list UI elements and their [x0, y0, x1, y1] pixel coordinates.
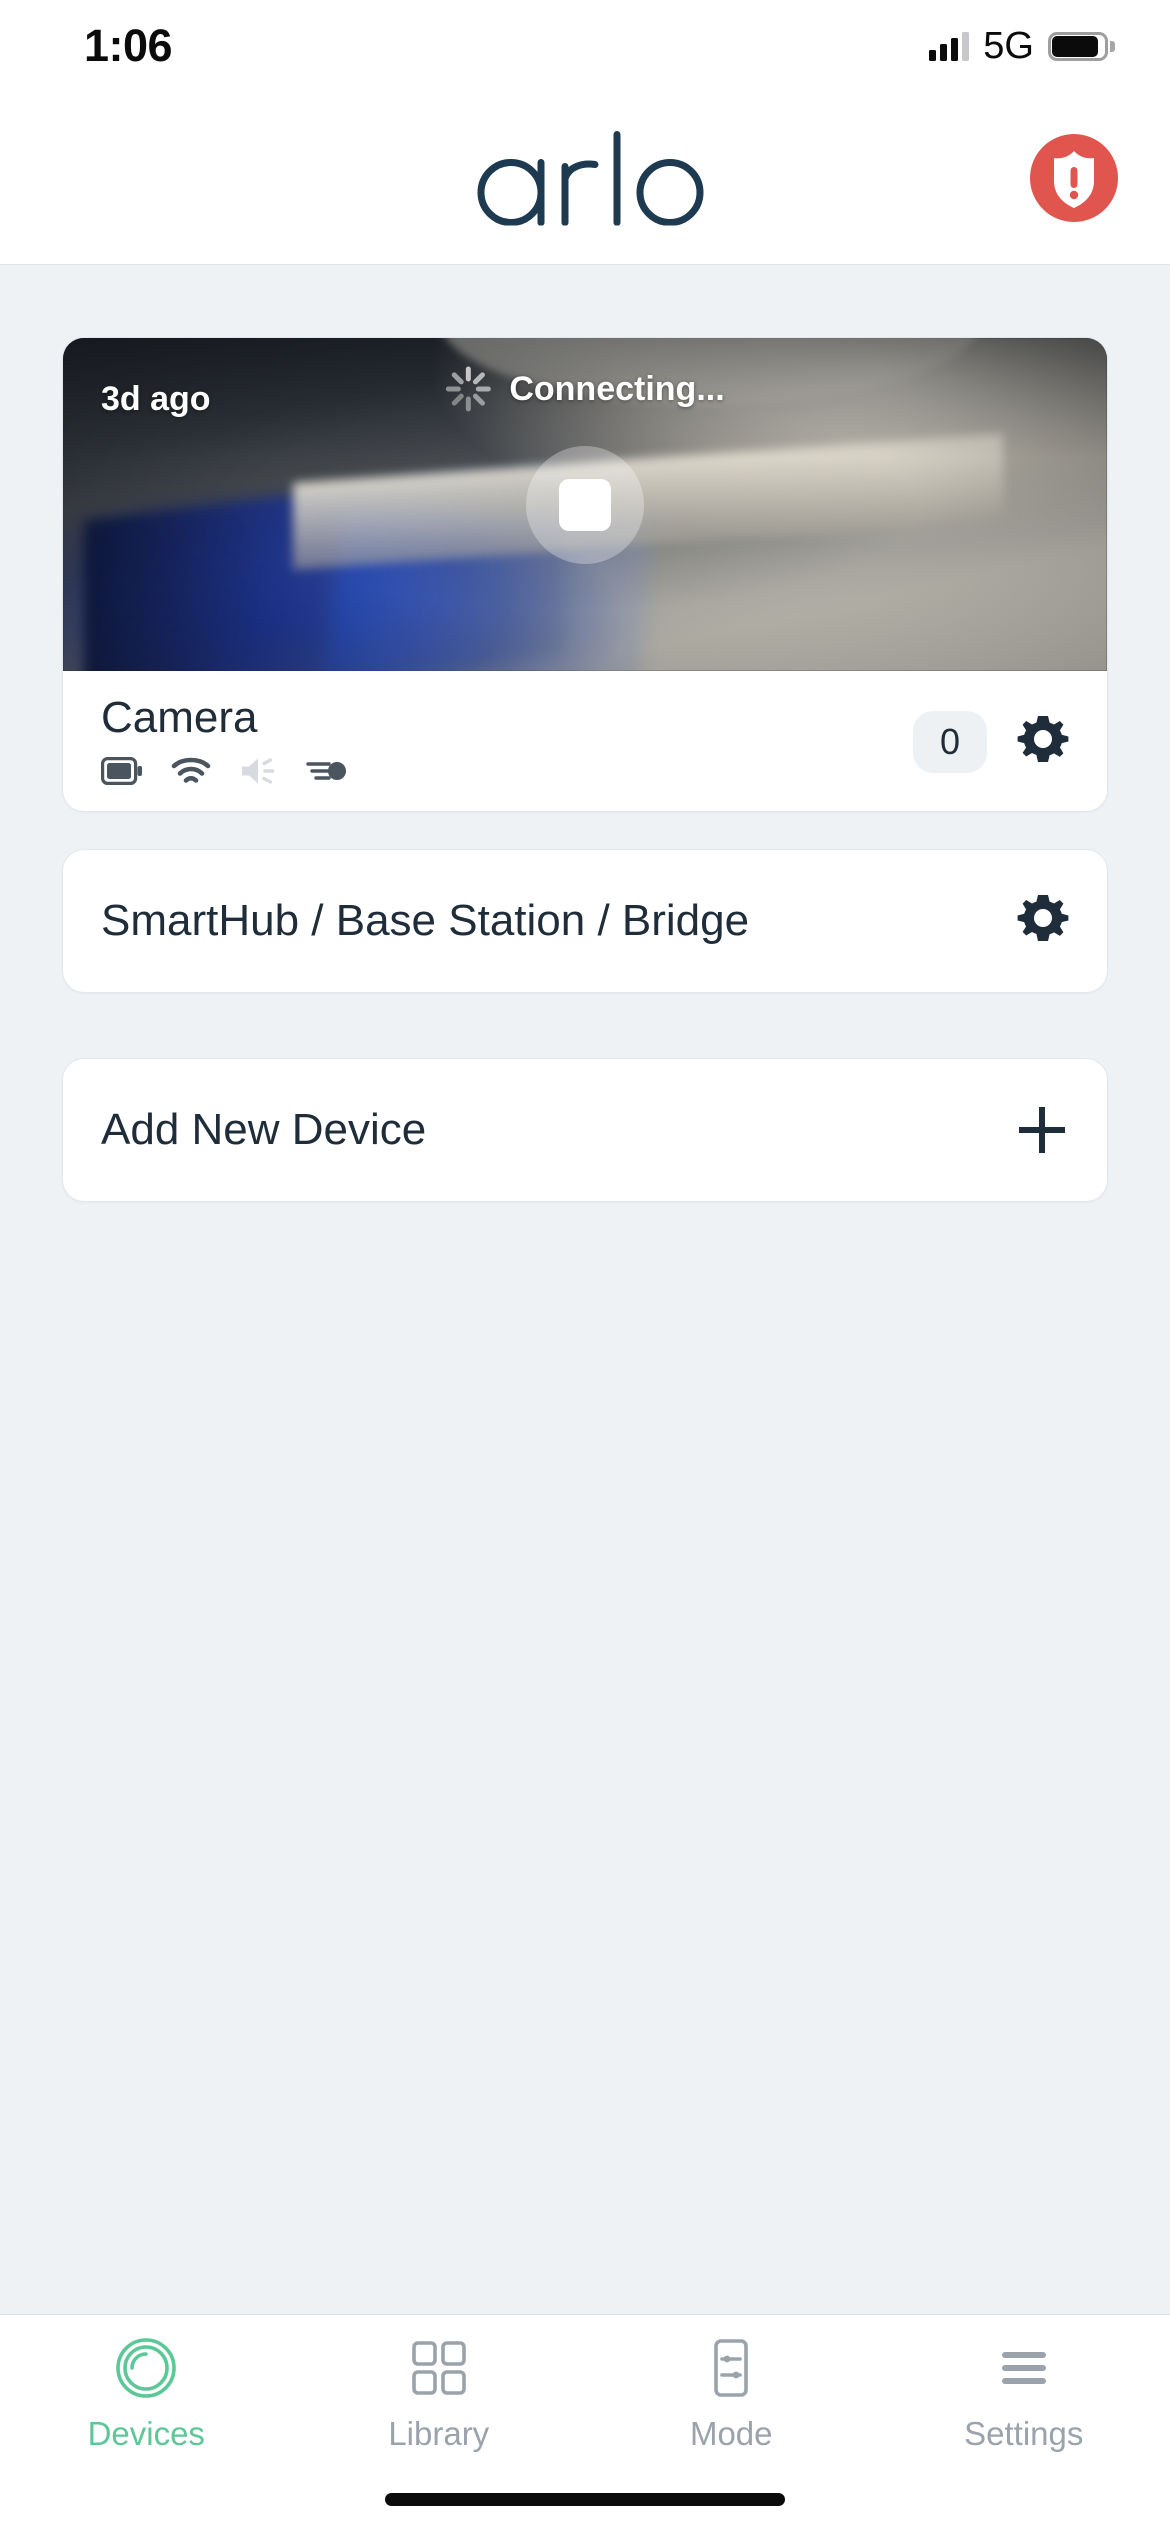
tab-devices-label: Devices	[88, 2415, 205, 2453]
loading-spinner-icon	[445, 366, 491, 412]
spotlight-icon	[305, 757, 347, 785]
bottom-tab-bar: Devices Library	[0, 2314, 1170, 2532]
notification-count-badge[interactable]: 0	[913, 711, 987, 773]
camera-name: Camera	[101, 696, 347, 740]
hamburger-lines-icon	[993, 2337, 1055, 2399]
home-indicator	[385, 2493, 785, 2506]
camera-info-row: Camera	[63, 671, 1107, 812]
grid-squares-icon	[408, 2337, 470, 2399]
add-new-device-row[interactable]: Add New Device	[62, 1058, 1108, 1202]
status-bar-time: 1:06	[84, 20, 172, 72]
tab-mode-label: Mode	[690, 2415, 773, 2453]
cellular-bars-icon	[929, 31, 969, 61]
camera-timestamp: 3d ago	[101, 380, 211, 419]
shield-alert-icon[interactable]	[1030, 134, 1118, 222]
add-new-device-label: Add New Device	[101, 1105, 426, 1155]
tab-library-label: Library	[388, 2415, 489, 2453]
tab-library[interactable]: Library	[293, 2337, 586, 2453]
smarthub-row[interactable]: SmartHub / Base Station / Bridge	[62, 849, 1108, 993]
status-bar: 1:06 5G	[0, 0, 1170, 92]
camera-status-icons	[101, 754, 347, 788]
status-bar-network: 5G	[983, 25, 1034, 68]
tab-devices[interactable]: Devices	[0, 2337, 293, 2453]
smarthub-label: SmartHub / Base Station / Bridge	[101, 896, 749, 946]
camera-connection-status: Connecting...	[445, 366, 724, 412]
stop-square-icon[interactable]	[526, 446, 644, 564]
status-bar-indicators: 5G	[929, 25, 1108, 68]
battery-full-icon	[1048, 32, 1108, 61]
tab-settings-label: Settings	[964, 2415, 1083, 2453]
camera-info-left: Camera	[101, 696, 347, 788]
battery-icon	[101, 757, 143, 785]
camera-status-label: Connecting...	[509, 370, 724, 409]
speaker-muted-icon	[239, 755, 277, 787]
app-screen: 1:06 5G	[0, 0, 1170, 2532]
camera-info-right: 0	[913, 711, 1069, 773]
gear-icon[interactable]	[1017, 716, 1069, 768]
concentric-circles-icon	[115, 2337, 177, 2399]
tab-settings[interactable]: Settings	[878, 2337, 1170, 2453]
wifi-icon	[171, 756, 211, 786]
arlo-logo	[465, 131, 705, 226]
app-header	[0, 92, 1170, 265]
gear-icon[interactable]	[1017, 895, 1069, 947]
camera-card[interactable]: 3d ago	[62, 337, 1108, 812]
camera-thumbnail[interactable]: 3d ago	[63, 338, 1107, 671]
sliders-icon	[700, 2337, 762, 2399]
tab-mode[interactable]: Mode	[585, 2337, 878, 2453]
plus-icon[interactable]	[1015, 1103, 1069, 1157]
devices-list: 3d ago	[0, 266, 1170, 2314]
